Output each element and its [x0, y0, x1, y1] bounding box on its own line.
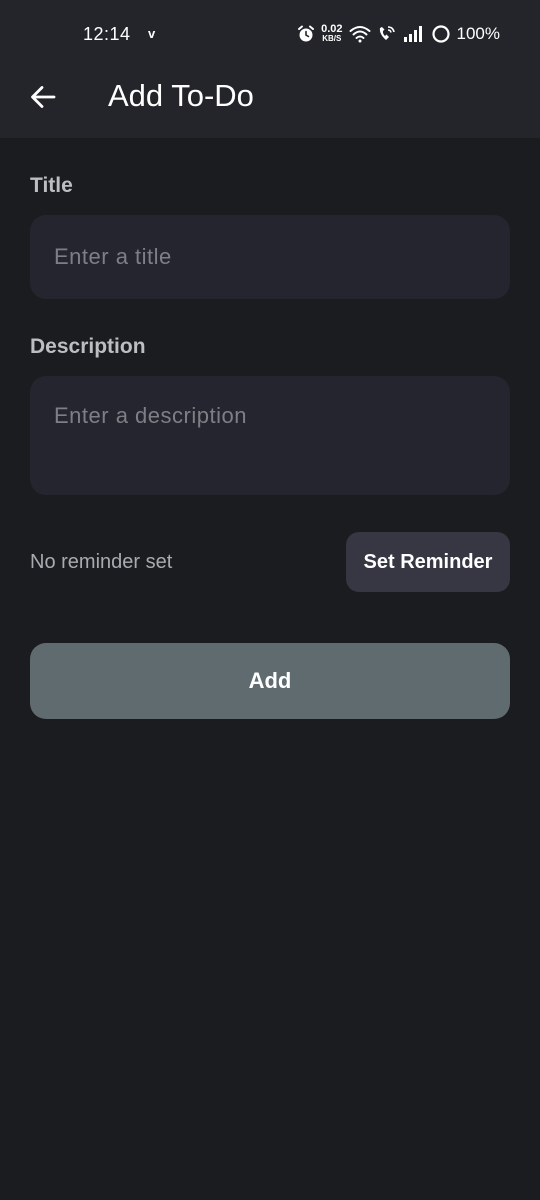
- top-bar: 12:14 v 0.02 KB/S 100% Add To-Do: [0, 0, 540, 138]
- description-input[interactable]: [30, 376, 510, 495]
- battery-percent: 100%: [456, 24, 500, 43]
- description-field[interactable]: [30, 376, 510, 495]
- net-speed-unit: KB/S: [322, 34, 342, 43]
- signal-icon: [403, 26, 425, 42]
- reminder-status-text: No reminder set: [30, 551, 173, 573]
- title-field[interactable]: [30, 215, 510, 299]
- status-bar: 12:14 v 0.02 KB/S 100%: [0, 0, 540, 68]
- alarm-icon: [297, 25, 315, 43]
- add-button[interactable]: Add: [30, 643, 510, 719]
- app-bar: Add To-Do: [0, 68, 540, 138]
- notification-glyph: v: [148, 26, 156, 41]
- status-icons: 0.02 KB/S 100%: [297, 22, 500, 46]
- wifi-icon: [349, 25, 371, 43]
- net-speed-indicator: 0.02 KB/S: [321, 23, 343, 44]
- battery-icon: [431, 24, 451, 44]
- set-reminder-button[interactable]: Set Reminder: [346, 532, 510, 592]
- status-time: 12:14: [83, 24, 131, 44]
- wifi-calling-icon: [377, 25, 397, 43]
- title-input[interactable]: [30, 215, 510, 299]
- net-speed-value: 0.02: [321, 23, 343, 35]
- page-title: Add To-Do: [108, 78, 254, 113]
- back-button[interactable]: [22, 76, 64, 118]
- description-label: Description: [30, 335, 146, 358]
- add-todo-screen: 12:14 v 0.02 KB/S 100% Add To-Do Title E…: [0, 0, 540, 1200]
- title-label: Title: [30, 174, 73, 197]
- arrow-left-icon: [31, 86, 56, 108]
